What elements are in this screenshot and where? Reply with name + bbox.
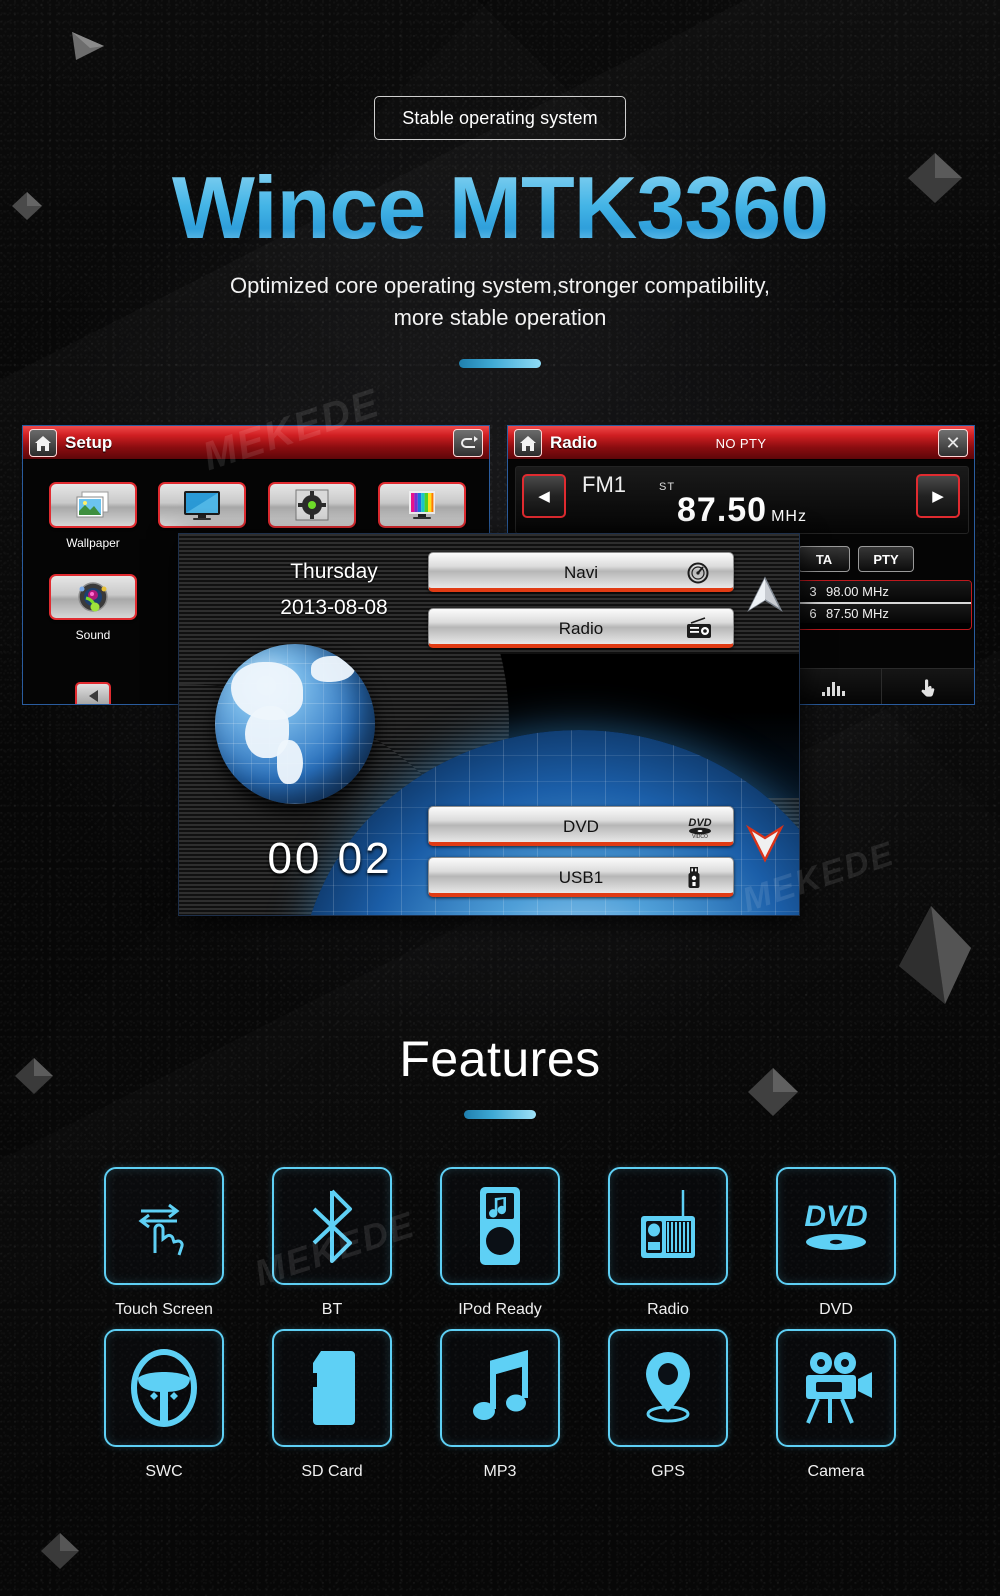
features-divider bbox=[464, 1110, 536, 1119]
hero-badge: Stable operating system bbox=[374, 96, 626, 140]
svg-text:DVD: DVD bbox=[688, 817, 711, 829]
hand-pointer-icon[interactable] bbox=[881, 669, 974, 704]
globe-graphic bbox=[215, 644, 375, 804]
menu-clock: 00 02 bbox=[267, 834, 393, 883]
setup-item-label: Sound bbox=[75, 628, 111, 642]
svg-text:DVD: DVD bbox=[804, 1200, 867, 1233]
hero-subtitle-line1: Optimized core operating system,stronger… bbox=[229, 273, 771, 299]
speaker-icon bbox=[49, 574, 137, 620]
pty-button[interactable]: PTY bbox=[858, 546, 914, 572]
radio-tune-up-button[interactable]: ▶ bbox=[916, 474, 960, 518]
setup-item-wallpaper[interactable]: Wallpaper bbox=[49, 482, 137, 550]
display-icon bbox=[158, 482, 246, 528]
preset-number: 6 bbox=[809, 606, 817, 621]
pty-status: NO PTY bbox=[715, 436, 767, 451]
hero-subtitle-line2: more stable operation bbox=[393, 304, 607, 330]
feature-label: MP3 bbox=[483, 1463, 517, 1480]
feature-swc[interactable]: SWC bbox=[80, 1329, 248, 1481]
feature-label: Touch Screen bbox=[115, 1301, 213, 1318]
sd-card-icon bbox=[272, 1329, 392, 1447]
radio-icon bbox=[608, 1167, 728, 1285]
menu-date: 2013-08-08 bbox=[280, 596, 388, 619]
features-title: Features bbox=[399, 1031, 601, 1087]
map-pin-icon bbox=[608, 1329, 728, 1447]
menu-weekday: Thursday bbox=[290, 560, 378, 583]
radio-frequency-value: 87.50 bbox=[677, 491, 768, 529]
equalizer-icon[interactable] bbox=[788, 669, 882, 704]
feature-touch-screen[interactable]: Touch Screen bbox=[80, 1167, 248, 1319]
page-title: Wince MTK3360 bbox=[0, 161, 1000, 254]
music-note-icon bbox=[440, 1329, 560, 1447]
feature-camera[interactable]: Camera bbox=[752, 1329, 920, 1481]
compass-icon bbox=[685, 561, 711, 585]
preset-frequency: 87.50 MHz bbox=[826, 606, 889, 621]
feature-gps[interactable]: GPS bbox=[584, 1329, 752, 1481]
radio-titlebar: Radio NO PTY ✕ bbox=[508, 426, 974, 460]
setup-item-general[interactable] bbox=[268, 482, 356, 536]
radio-frequency-display: FM1 ST 87.50 MHz bbox=[515, 466, 969, 534]
svg-text:VIDCO: VIDCO bbox=[692, 834, 708, 839]
menu-button-usb1[interactable]: USB1 bbox=[428, 857, 734, 897]
feature-label: SWC bbox=[145, 1463, 183, 1480]
feature-label: Radio bbox=[647, 1301, 689, 1318]
usb-icon bbox=[685, 866, 711, 890]
dvd-video-icon: DVD VIDCO bbox=[685, 815, 711, 840]
video-camera-icon bbox=[776, 1329, 896, 1447]
chevron-up-icon[interactable] bbox=[745, 574, 785, 623]
feature-sd-card[interactable]: SD Card bbox=[248, 1329, 416, 1481]
radio-preset-row[interactable]: 6 87.50 MHz bbox=[797, 602, 971, 623]
feature-mp3[interactable]: MP3 bbox=[416, 1329, 584, 1481]
setup-item-color[interactable] bbox=[378, 482, 466, 536]
features-section: Features Touch Screen BT IPod Ready Radi… bbox=[0, 1030, 1000, 1481]
wallpaper-icon bbox=[49, 482, 137, 528]
decorative-polygon bbox=[38, 1530, 82, 1572]
setup-title: Setup bbox=[65, 433, 113, 452]
feature-label: BT bbox=[321, 1301, 343, 1318]
preset-frequency: 98.00 MHz bbox=[826, 584, 889, 599]
close-icon[interactable]: ✕ bbox=[938, 429, 968, 457]
feature-label: IPod Ready bbox=[458, 1301, 542, 1318]
menu-button-dvd[interactable]: DVD DVD VIDCO bbox=[428, 806, 734, 846]
color-bars-icon bbox=[378, 482, 466, 528]
feature-label: SD Card bbox=[301, 1463, 363, 1480]
feature-radio[interactable]: Radio bbox=[584, 1167, 752, 1319]
menu-button-navi[interactable]: Navi bbox=[428, 552, 734, 592]
radio-preset-list[interactable]: 3 98.00 MHz 6 87.50 MHz bbox=[796, 580, 972, 630]
radio-icon bbox=[685, 617, 711, 641]
preset-number: 3 bbox=[809, 584, 817, 599]
setup-item-label: Wallpaper bbox=[66, 536, 120, 550]
feature-ipod-ready[interactable]: IPod Ready bbox=[416, 1167, 584, 1319]
main-menu-screen: Thursday 2013-08-08 00 02 Navi Radio DVD… bbox=[178, 533, 800, 916]
radio-tune-down-button[interactable]: ◀ bbox=[522, 474, 566, 518]
feature-bt[interactable]: BT bbox=[248, 1167, 416, 1319]
hero-divider bbox=[459, 358, 541, 368]
menu-button-radio[interactable]: Radio bbox=[428, 608, 734, 648]
touch-screen-icon bbox=[104, 1167, 224, 1285]
setup-titlebar: Setup bbox=[23, 426, 489, 460]
bluetooth-icon bbox=[272, 1167, 392, 1285]
steering-wheel-icon bbox=[104, 1329, 224, 1447]
feature-label: Camera bbox=[807, 1463, 865, 1480]
home-icon[interactable] bbox=[29, 429, 57, 457]
radio-preset-row[interactable]: 3 98.00 MHz bbox=[797, 581, 971, 602]
dvd-icon: DVD bbox=[776, 1167, 896, 1285]
setup-item-sound[interactable]: Sound bbox=[49, 574, 137, 642]
ipod-icon bbox=[440, 1167, 560, 1285]
chevron-down-icon[interactable] bbox=[745, 820, 785, 869]
setup-prev-page-button[interactable] bbox=[75, 682, 111, 704]
features-grid: Touch Screen BT IPod Ready Radio DVD DVD… bbox=[80, 1167, 920, 1481]
hero-section: Stable operating system Wince MTK3360 Op… bbox=[0, 0, 1000, 368]
ta-button[interactable]: TA bbox=[798, 546, 850, 572]
gear-icon bbox=[268, 482, 356, 528]
feature-label: GPS bbox=[651, 1463, 685, 1480]
feature-dvd[interactable]: DVD DVD bbox=[752, 1167, 920, 1319]
feature-label: DVD bbox=[819, 1301, 853, 1318]
radio-frequency-unit: MHz bbox=[771, 508, 807, 525]
back-arrow-icon[interactable] bbox=[453, 429, 483, 457]
